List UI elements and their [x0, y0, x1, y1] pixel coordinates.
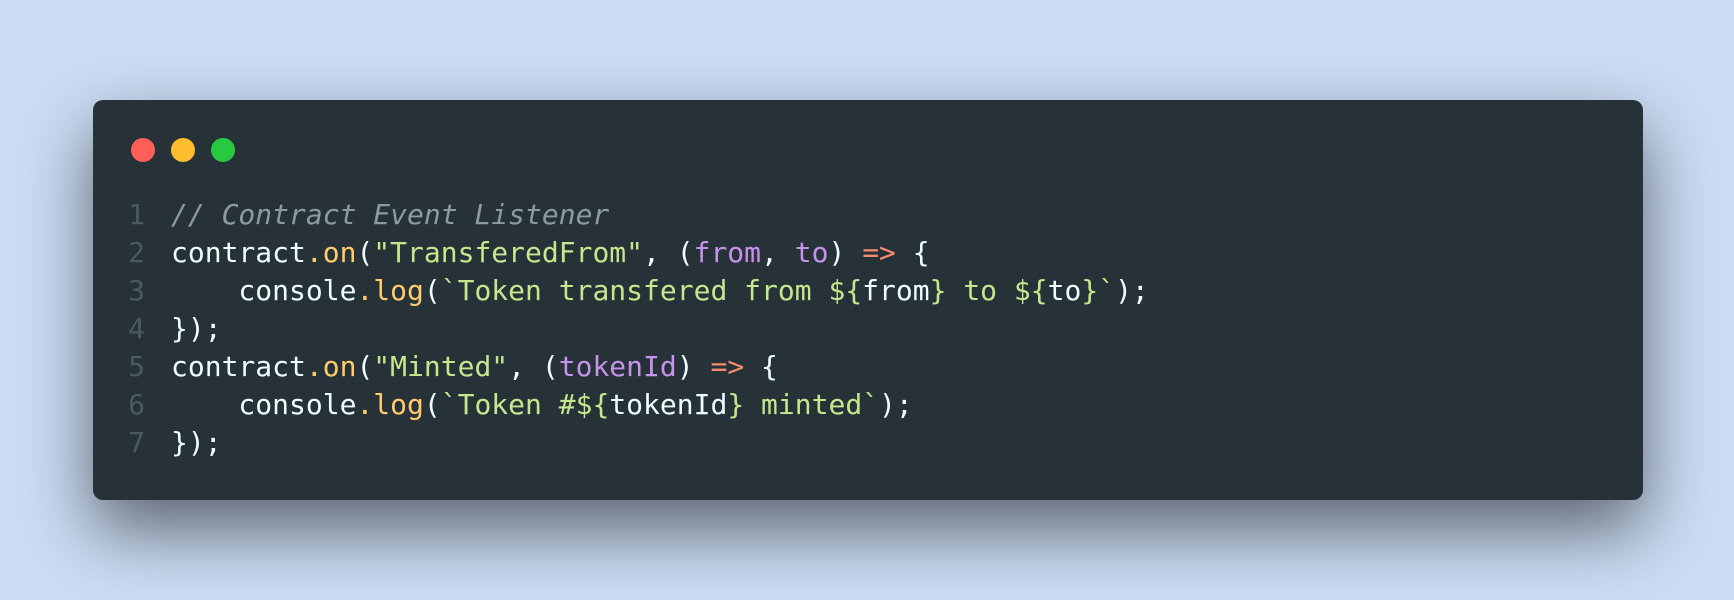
line-number: 5 — [128, 350, 145, 383]
code-token: } to ${ — [929, 274, 1048, 307]
code-token: from — [693, 236, 762, 269]
close-dot-icon[interactable] — [131, 138, 155, 162]
code-window: 1// Contract Event Listener 2 contract.on(… — [93, 100, 1643, 500]
code-token: on — [322, 236, 357, 269]
code-token: ( — [356, 236, 374, 269]
code-token: // Contract Event Listener — [171, 198, 610, 231]
code-token: "TransferedFrom" — [373, 236, 644, 269]
code-token: tokenId — [609, 388, 728, 421]
code-token: from — [862, 274, 930, 307]
code-line: 4}); — [93, 310, 1149, 348]
code-token: . — [305, 350, 323, 383]
code-token: on — [322, 350, 357, 383]
code-token: { — [744, 350, 778, 383]
code-token: ( — [356, 350, 374, 383]
code-token: } minted` — [727, 388, 880, 421]
code-token: tokenId — [558, 350, 677, 383]
code-token: }); — [171, 426, 222, 459]
code-line: 6 console.log(`Token #${tokenId} minted`… — [93, 386, 1149, 424]
code-token: => — [710, 350, 745, 383]
code-line: 7}); — [93, 424, 1149, 462]
code-token: . — [356, 274, 374, 307]
code-block: 1// Contract Event Listener 2 contract.on(… — [93, 196, 1149, 462]
line-number: 3 — [128, 274, 145, 307]
code-token: { — [895, 236, 930, 269]
line-number: 1 — [128, 198, 145, 231]
code-token: log — [373, 388, 424, 421]
code-token: ( — [423, 274, 441, 307]
line-number: 4 — [128, 312, 145, 345]
code-token: ) — [676, 350, 711, 383]
code-token: ) — [828, 236, 863, 269]
code-token: console — [171, 388, 357, 421]
code-token: }` — [1081, 274, 1116, 307]
code-token: . — [305, 236, 323, 269]
code-token: contract — [171, 350, 306, 383]
code-token: `Token #${ — [440, 388, 610, 421]
code-token: "Minted" — [373, 350, 509, 383]
code-token: contract — [171, 236, 306, 269]
code-token: , — [761, 236, 795, 269]
line-number: 6 — [128, 388, 145, 421]
code-token: `Token transfered from ${ — [440, 274, 863, 307]
code-token: to — [1047, 274, 1082, 307]
code-token: ); — [879, 388, 913, 421]
code-line: 1 // Contract Event Listener — [93, 196, 1149, 234]
code-token: to — [794, 236, 829, 269]
code-token: ( — [423, 388, 441, 421]
code-token: console — [171, 274, 357, 307]
code-line: 5 contract.on("Minted", (tokenId) => { — [93, 348, 1149, 386]
code-line: 2 contract.on("TransferedFrom", (from, to… — [93, 234, 1149, 272]
code-token: }); — [171, 312, 222, 345]
code-line: 3 console.log(`Token transfered from ${f… — [93, 272, 1149, 310]
code-token: , ( — [643, 236, 694, 269]
minimize-dot-icon[interactable] — [171, 138, 195, 162]
code-token: => — [862, 236, 896, 269]
code-token: . — [356, 388, 374, 421]
maximize-dot-icon[interactable] — [211, 138, 235, 162]
code-token: log — [373, 274, 424, 307]
code-token: ); — [1115, 274, 1149, 307]
line-number: 7 — [128, 426, 145, 459]
line-number: 2 — [128, 236, 145, 269]
code-token: , ( — [508, 350, 559, 383]
